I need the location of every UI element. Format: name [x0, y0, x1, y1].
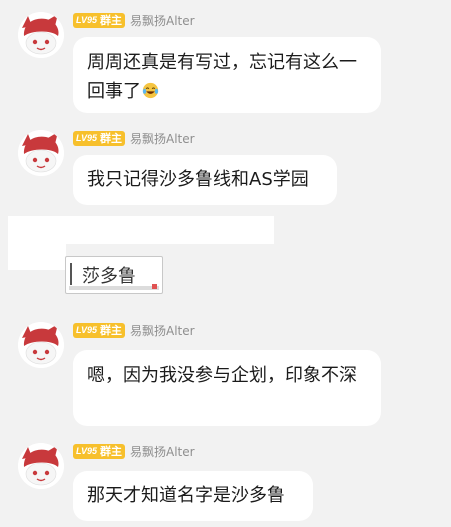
sender-meta: LV95 群主 易飘扬Alter — [73, 130, 195, 146]
redacted-block — [8, 216, 274, 244]
level-text: LV95 — [76, 133, 98, 143]
avatar[interactable] — [18, 322, 64, 368]
avatar[interactable] — [18, 130, 64, 176]
message-text: 那天才知道名字是沙多鲁 — [87, 485, 285, 506]
role-text: 群主 — [100, 133, 123, 145]
sender-meta: LV95 群主 易飘扬Alter — [73, 322, 195, 338]
message-bubble[interactable]: 嗯，因为我没参与企划，印象不深 — [73, 350, 381, 426]
message-bubble[interactable]: 我只记得沙多鲁线和AS学园 — [73, 155, 337, 205]
message-bubble[interactable]: 周周还真是有写过，忘记有这么一回事了 — [73, 37, 381, 113]
sender-nickname[interactable]: 易飘扬Alter — [130, 443, 195, 460]
sender-meta: LV95 群主 易飘扬Alter — [73, 12, 195, 28]
avatar[interactable] — [18, 12, 64, 58]
level-badge: LV95 群主 — [73, 12, 126, 28]
level-badge: LV95 群主 — [73, 130, 126, 146]
sender-nickname[interactable]: 易飘扬Alter — [130, 12, 195, 29]
role-text: 群主 — [100, 325, 123, 337]
role-text: 群主 — [100, 15, 123, 27]
red-mascot-icon — [18, 12, 64, 58]
message-text: 周周还真是有写过，忘记有这么一回事了 — [87, 52, 357, 102]
message-bubble[interactable]: 那天才知道名字是沙多鲁 — [73, 471, 313, 521]
level-badge: LV95 群主 — [73, 322, 126, 338]
red-mascot-icon — [18, 130, 64, 176]
red-mascot-icon — [18, 443, 64, 489]
level-text: LV95 — [76, 325, 98, 335]
redacted-block — [8, 242, 66, 270]
sender-meta: LV95 群主 易飘扬Alter — [73, 443, 195, 459]
sticker-image[interactable]: 莎多鲁 — [65, 256, 163, 294]
level-badge: LV95 群主 — [73, 443, 126, 459]
sender-nickname[interactable]: 易飘扬Alter — [130, 322, 195, 339]
sticker-dot-icon — [152, 284, 157, 289]
red-mascot-icon — [18, 322, 64, 368]
message-text: 嗯，因为我没参与企划，印象不深 — [87, 365, 357, 386]
role-text: 群主 — [100, 446, 123, 458]
sender-nickname[interactable]: 易飘扬Alter — [130, 130, 195, 147]
level-text: LV95 — [76, 15, 98, 25]
sticker-bar — [69, 286, 159, 290]
sticker-mark-icon — [70, 263, 80, 285]
level-text: LV95 — [76, 446, 98, 456]
sticker-text: 莎多鲁 — [82, 266, 136, 287]
message-text: 我只记得沙多鲁线和AS学园 — [87, 169, 309, 190]
avatar[interactable] — [18, 443, 64, 489]
laughing-tears-emoji-icon — [142, 82, 159, 99]
